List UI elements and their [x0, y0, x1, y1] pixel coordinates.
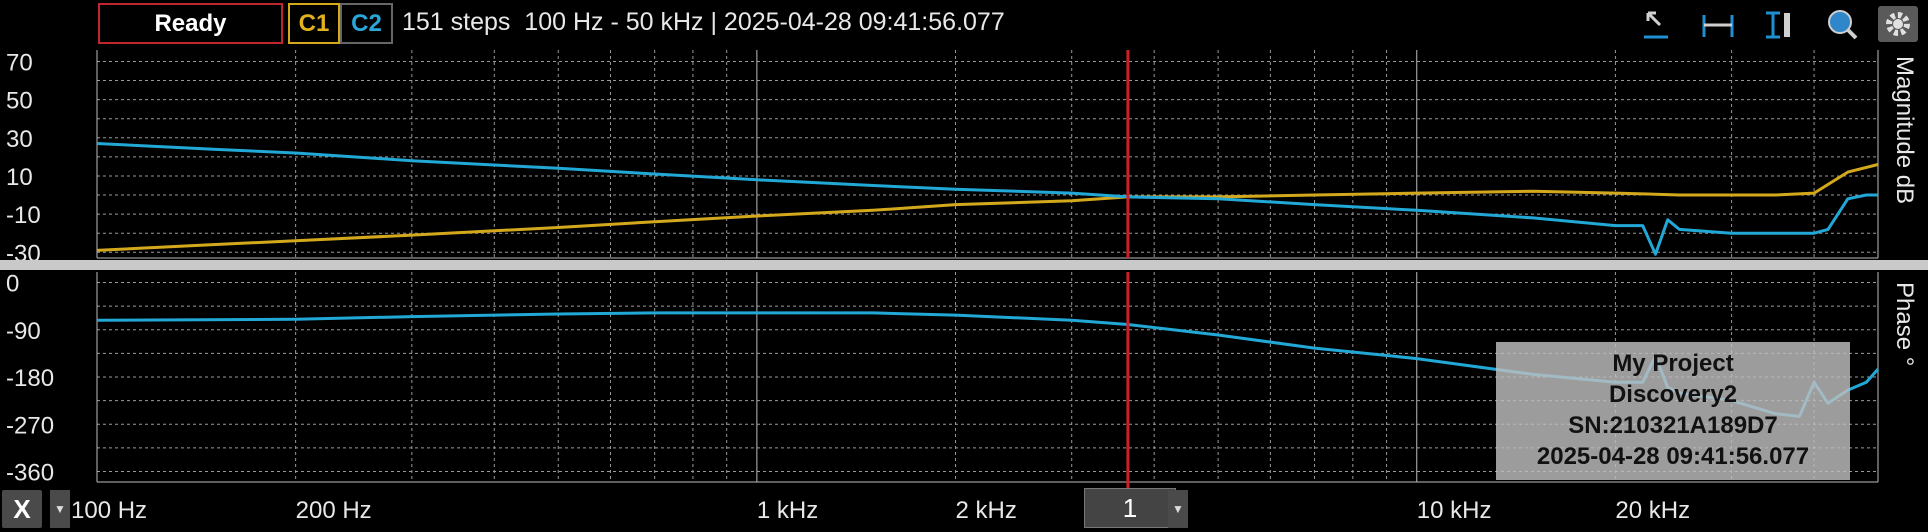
y-tick-label: -180 [6, 365, 54, 392]
series-c1-line [96, 163, 1879, 252]
cursor-selector[interactable]: 1 [1084, 488, 1176, 528]
x-tick-label: 2 kHz [956, 497, 1017, 524]
y-tick-label: -90 [6, 318, 41, 345]
x-axis-dropdown-icon[interactable]: ▼ [50, 490, 70, 528]
x-axis-button[interactable]: X [2, 490, 42, 528]
y-tick-label: 10 [6, 164, 33, 191]
magnitude-axis-title: Magnitude dB [1891, 56, 1918, 205]
x-tick-label: 100 Hz [71, 497, 147, 524]
y-tick-label: 0 [6, 271, 19, 298]
y-tick-label: -10 [6, 202, 41, 229]
y-tick-label: 70 [6, 49, 33, 76]
y-tick-label: 30 [6, 126, 33, 153]
x-tick-label: 20 kHz [1615, 497, 1690, 524]
watermark-project: My Project [1612, 350, 1734, 377]
y-tick-label: 50 [6, 88, 33, 115]
cursor-dropdown-icon[interactable]: ▼ [1168, 490, 1188, 528]
x-tick-label: 200 Hz [296, 497, 372, 524]
x-tick-label: 10 kHz [1417, 497, 1492, 524]
watermark-device: Discovery2 [1608, 381, 1738, 408]
y-tick-label: -360 [6, 460, 54, 487]
watermark-serial: SN:210321A189D7 [1568, 412, 1778, 439]
x-tick-label: 1 kHz [757, 497, 818, 524]
phase-axis-title: Phase ° [1891, 282, 1918, 367]
pane-divider[interactable] [0, 260, 1928, 270]
device-watermark: My Project Discovery2 SN:210321A189D7 20… [1496, 342, 1850, 480]
y-tick-label: -270 [6, 412, 54, 439]
watermark-timestamp: 2025-04-28 09:41:56.077 [1536, 443, 1810, 470]
